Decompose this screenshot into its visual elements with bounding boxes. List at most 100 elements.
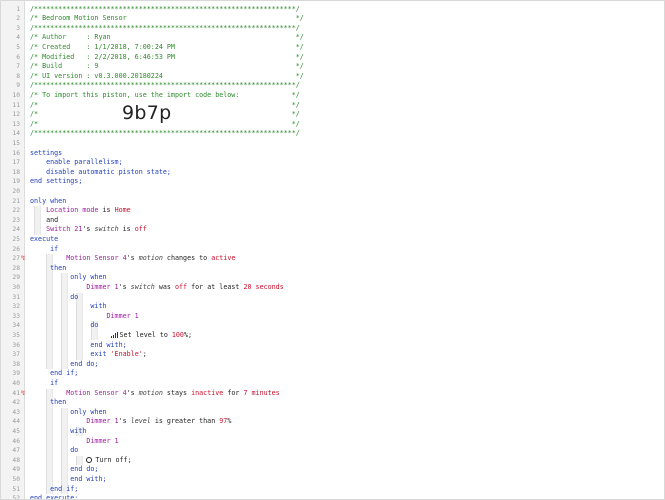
code-line[interactable]: 22 Location mode is Home xyxy=(1,206,664,216)
code-line[interactable]: 17 enable parallelism; xyxy=(1,158,664,168)
code-text: then xyxy=(30,264,66,274)
code-line[interactable]: 40 if xyxy=(1,379,664,389)
code-text: end execute; xyxy=(30,494,79,500)
code-line[interactable]: 13/* */ xyxy=(1,120,664,130)
code-line[interactable]: 38 end do; xyxy=(1,360,664,370)
code-line[interactable]: 25 execute xyxy=(1,235,664,245)
code-line[interactable]: 32 with xyxy=(1,302,664,312)
code-token: Dimmer 1 xyxy=(30,282,119,291)
code-line[interactable]: 23 and xyxy=(1,216,664,226)
line-number: 16 xyxy=(12,149,20,157)
code-line[interactable]: 52 end execute; xyxy=(1,494,664,500)
code-text: settings xyxy=(30,149,62,159)
code-text: end do; xyxy=(30,465,98,475)
code-token: end if; xyxy=(30,369,79,378)
code-line[interactable]: 18 disable automatic piston state; xyxy=(1,168,664,178)
code-line[interactable]: 2 /* Bedroom Motion Sensor */ xyxy=(1,14,664,24)
code-line[interactable]: 29 only when xyxy=(1,273,664,283)
code-line[interactable]: 28 then xyxy=(1,264,664,274)
line-number: 37 xyxy=(12,351,20,359)
code-token: Motion Sensor 4 xyxy=(30,254,127,263)
code-token: Location mode xyxy=(30,206,99,215)
code-token: only when xyxy=(30,407,107,416)
code-token: /***************************************… xyxy=(30,4,300,13)
code-line[interactable]: 7 /* Build : 9 */ xyxy=(1,62,664,72)
line-number: 48 xyxy=(12,456,20,464)
code-token: do xyxy=(30,446,79,455)
code-line[interactable]: 24 Switch 21's switch is off xyxy=(1,225,664,235)
code-line[interactable]: 11/* */ xyxy=(1,101,664,111)
code-token: stays xyxy=(162,388,192,397)
code-token: exit xyxy=(30,350,111,359)
code-text: Dimmer 1's switch was off for at least 2… xyxy=(30,282,283,293)
code-line[interactable]: 49 end do; xyxy=(1,465,664,475)
code-line[interactable]: 39 end if; xyxy=(1,369,664,379)
code-line[interactable]: 21 only when xyxy=(1,197,664,207)
code-line[interactable]: 14 /*************************************… xyxy=(1,129,664,139)
code-line[interactable]: 15 xyxy=(1,139,664,149)
code-line[interactable]: 43 only when xyxy=(1,408,664,418)
code-token: /***************************************… xyxy=(30,81,300,90)
line-number: 23 xyxy=(12,216,20,224)
code-token: settings xyxy=(30,148,63,157)
line-number: 2 xyxy=(16,15,20,23)
code-line[interactable]: 50 end with; xyxy=(1,475,664,485)
code-token: for xyxy=(223,388,244,397)
code-line[interactable]: 48 Turn off; xyxy=(1,456,664,466)
code-token: is xyxy=(118,225,135,234)
code-line[interactable]: 3 /**************************************… xyxy=(1,24,664,34)
code-token: end execute; xyxy=(30,494,79,500)
code-text: then xyxy=(30,398,66,408)
code-token: with xyxy=(30,426,87,435)
code-token: 's xyxy=(82,225,95,234)
code-line[interactable]: 37 exit 'Enable'; xyxy=(1,350,664,360)
code-token: and xyxy=(30,215,59,224)
code-line[interactable]: 4 /* Author : Ryan */ xyxy=(1,33,664,43)
code-line[interactable]: 1 /**************************************… xyxy=(1,5,664,15)
code-line[interactable]: 45 with xyxy=(1,427,664,437)
code-line[interactable]: 9 /**************************************… xyxy=(1,81,664,91)
code-line[interactable]: 19 end settings; xyxy=(1,177,664,187)
code-line[interactable]: 6 /* Modified : 2/2/2018, 6:46:53 PM */ xyxy=(1,53,664,63)
code-line[interactable]: 26 if xyxy=(1,245,664,255)
code-text: do xyxy=(30,446,78,456)
import-code[interactable]: 9b7p xyxy=(122,102,172,124)
line-number: 39 xyxy=(12,370,20,378)
code-text: only when xyxy=(30,273,106,283)
code-line[interactable]: 41 ↯ Motion Sensor 4's motion stays inact… xyxy=(1,389,664,399)
code-token: /* Created : 1/1/2018, 7:00:24 PM */ xyxy=(30,42,304,51)
code-line[interactable]: 44 Dimmer 1's level is greater than 97% xyxy=(1,417,664,427)
code-line[interactable]: 8 /* UI version : v0.3.000.20180224 */ xyxy=(1,72,664,82)
line-number: 6 xyxy=(16,53,20,61)
line-number: 43 xyxy=(12,408,20,416)
code-line[interactable]: 36 end with; xyxy=(1,341,664,351)
code-text: if xyxy=(30,379,58,389)
code-line[interactable]: 20 xyxy=(1,187,664,197)
code-line[interactable]: 27 ↯ Motion Sensor 4's motion changes to … xyxy=(1,254,664,264)
code-line[interactable]: 16 settings xyxy=(1,149,664,159)
code-token: Motion Sensor 4 xyxy=(30,388,127,397)
line-number: 15 xyxy=(12,139,20,147)
code-line[interactable]: 51 end if; xyxy=(1,485,664,495)
code-token: Dimmer 1 xyxy=(30,417,119,426)
code-line[interactable]: 12/* */ xyxy=(1,110,664,120)
code-token: then xyxy=(30,398,67,407)
code-line[interactable]: 35 Set level to 100%; xyxy=(1,331,664,341)
line-number: 31 xyxy=(12,293,20,301)
code-line[interactable]: 47 do xyxy=(1,446,664,456)
code-text: /* To import this piston, use the import… xyxy=(30,91,300,101)
code-line[interactable]: 42 then xyxy=(1,398,664,408)
code-line[interactable]: 34 do xyxy=(1,321,664,331)
code-token: Switch 21 xyxy=(30,225,83,234)
code-line[interactable]: 30 Dimmer 1's switch was off for at leas… xyxy=(1,283,664,293)
line-number: 36 xyxy=(12,341,20,349)
code-line[interactable]: 46 Dimmer 1 xyxy=(1,437,664,447)
code-token: motion xyxy=(138,254,163,263)
code-line[interactable]: 33 Dimmer 1 xyxy=(1,312,664,322)
code-token: %; xyxy=(183,330,193,339)
code-line[interactable]: 10 /* To import this piston, use the impo… xyxy=(1,91,664,101)
code-token: 100 xyxy=(171,330,184,339)
code-token: end do; xyxy=(30,465,99,474)
code-line[interactable]: 5 /* Created : 1/1/2018, 7:00:24 PM */ xyxy=(1,43,664,53)
code-line[interactable]: 31 do xyxy=(1,293,664,303)
